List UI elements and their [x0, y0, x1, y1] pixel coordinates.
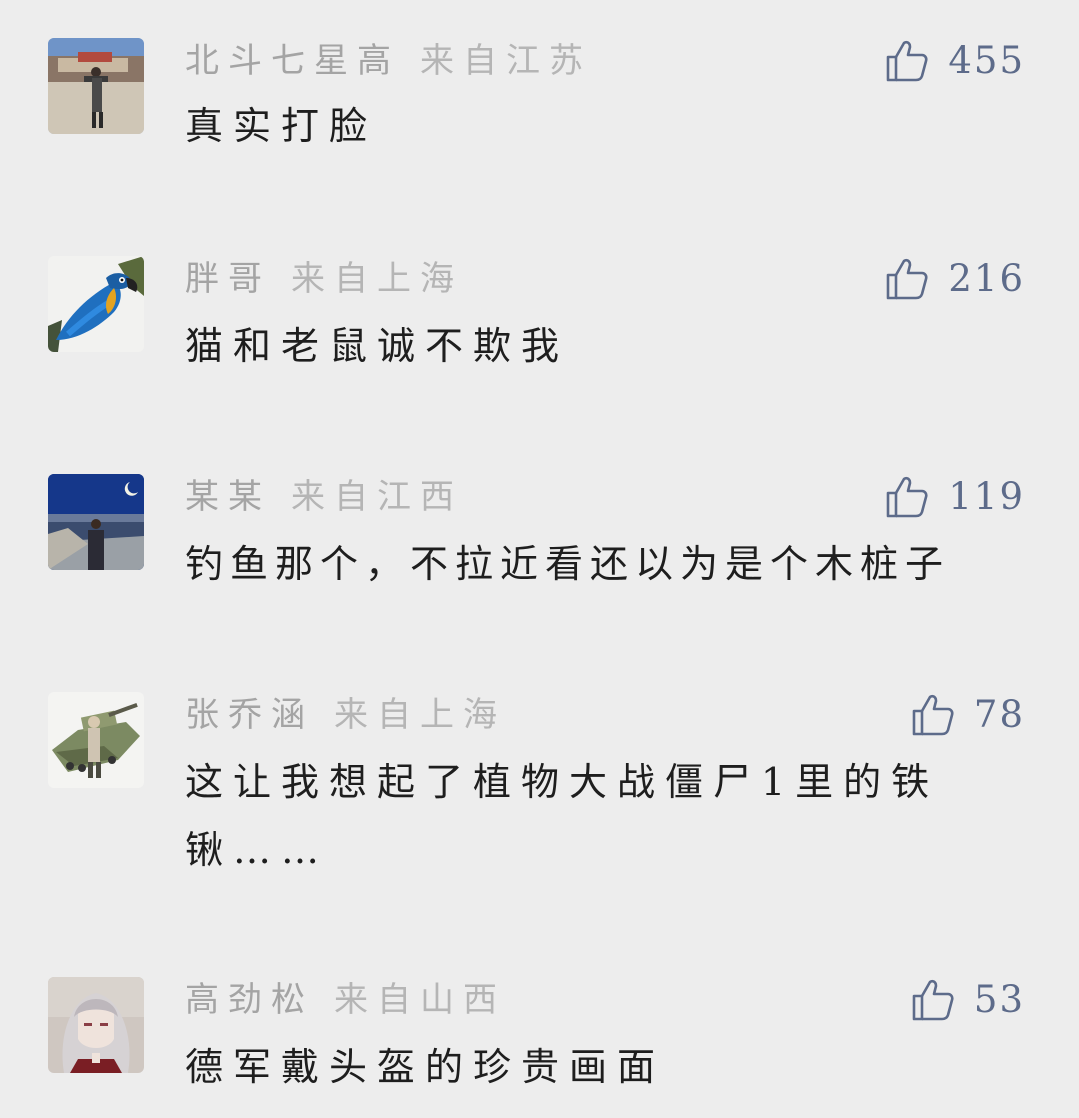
comment-text-line: 猫和老鼠诚不欺我 [185, 324, 570, 368]
comment-text: 德军戴头盔的珍贵画面 [185, 1033, 1035, 1101]
thumbs-up-icon [887, 476, 928, 518]
username[interactable]: 高劲松 [185, 980, 314, 1020]
person-at-palace-photo-icon [48, 38, 144, 134]
like-count: 216 [948, 257, 1025, 300]
location: 来自上海 [334, 695, 506, 735]
username[interactable]: 某某 [185, 477, 271, 517]
person-at-beach-night-photo-icon [48, 474, 144, 570]
like-button[interactable]: 216 [884, 256, 1025, 302]
anime-character-illustration-icon [48, 977, 144, 1073]
thumbs-up-icon [887, 40, 928, 82]
like-button[interactable]: 53 [910, 977, 1025, 1023]
avatar[interactable] [48, 474, 144, 570]
location: 来自山西 [334, 980, 506, 1020]
location: 来自上海 [291, 259, 463, 299]
tank-model-photo-icon [48, 692, 144, 788]
avatar[interactable] [48, 692, 144, 788]
comment-header: 某某 来自江西 [185, 474, 463, 520]
comment-text-line: 锹…… [185, 828, 330, 872]
username[interactable]: 北斗七星高 [185, 41, 400, 81]
username[interactable]: 胖哥 [185, 259, 271, 299]
like-button[interactable]: 78 [910, 692, 1025, 738]
like-count: 78 [973, 693, 1025, 736]
comment-header: 高劲松 来自山西 [185, 977, 506, 1023]
comment-text: 这让我想起了植物大战僵尸1里的铁 锹…… [185, 748, 1035, 884]
thumbs-up-icon [887, 258, 928, 300]
avatar[interactable] [48, 38, 144, 134]
comment-text-line: 真实打脸 [185, 104, 378, 148]
like-count: 119 [948, 475, 1025, 518]
avatar[interactable] [48, 977, 144, 1073]
comment-text-line: 德军戴头盔的珍贵画面 [185, 1045, 666, 1089]
comment-header: 胖哥 来自上海 [185, 256, 463, 302]
comment-text: 真实打脸 [185, 92, 1035, 160]
like-count: 53 [973, 978, 1025, 1021]
like-button[interactable]: 119 [884, 474, 1025, 520]
comment-text-line: 这让我想起了植物大战僵尸1里的铁 [185, 760, 940, 804]
location: 来自江西 [291, 477, 463, 517]
comment-text: 猫和老鼠诚不欺我 [185, 312, 1035, 380]
location: 来自江苏 [420, 41, 592, 81]
username[interactable]: 张乔涵 [185, 695, 314, 735]
comment-text-line: 钓鱼那个，不拉近看还以为是个木桩子 [185, 542, 951, 586]
blue-macaw-photo-icon [48, 256, 144, 352]
thumbs-up-icon [912, 979, 954, 1021]
avatar[interactable] [48, 256, 144, 352]
like-button[interactable]: 455 [884, 38, 1025, 84]
comment-text: 钓鱼那个，不拉近看还以为是个木桩子 [185, 530, 1035, 598]
thumbs-up-icon [912, 694, 954, 736]
like-count: 455 [948, 39, 1025, 82]
comment-header: 北斗七星高 来自江苏 [185, 38, 592, 84]
comment-header: 张乔涵 来自上海 [185, 692, 506, 738]
